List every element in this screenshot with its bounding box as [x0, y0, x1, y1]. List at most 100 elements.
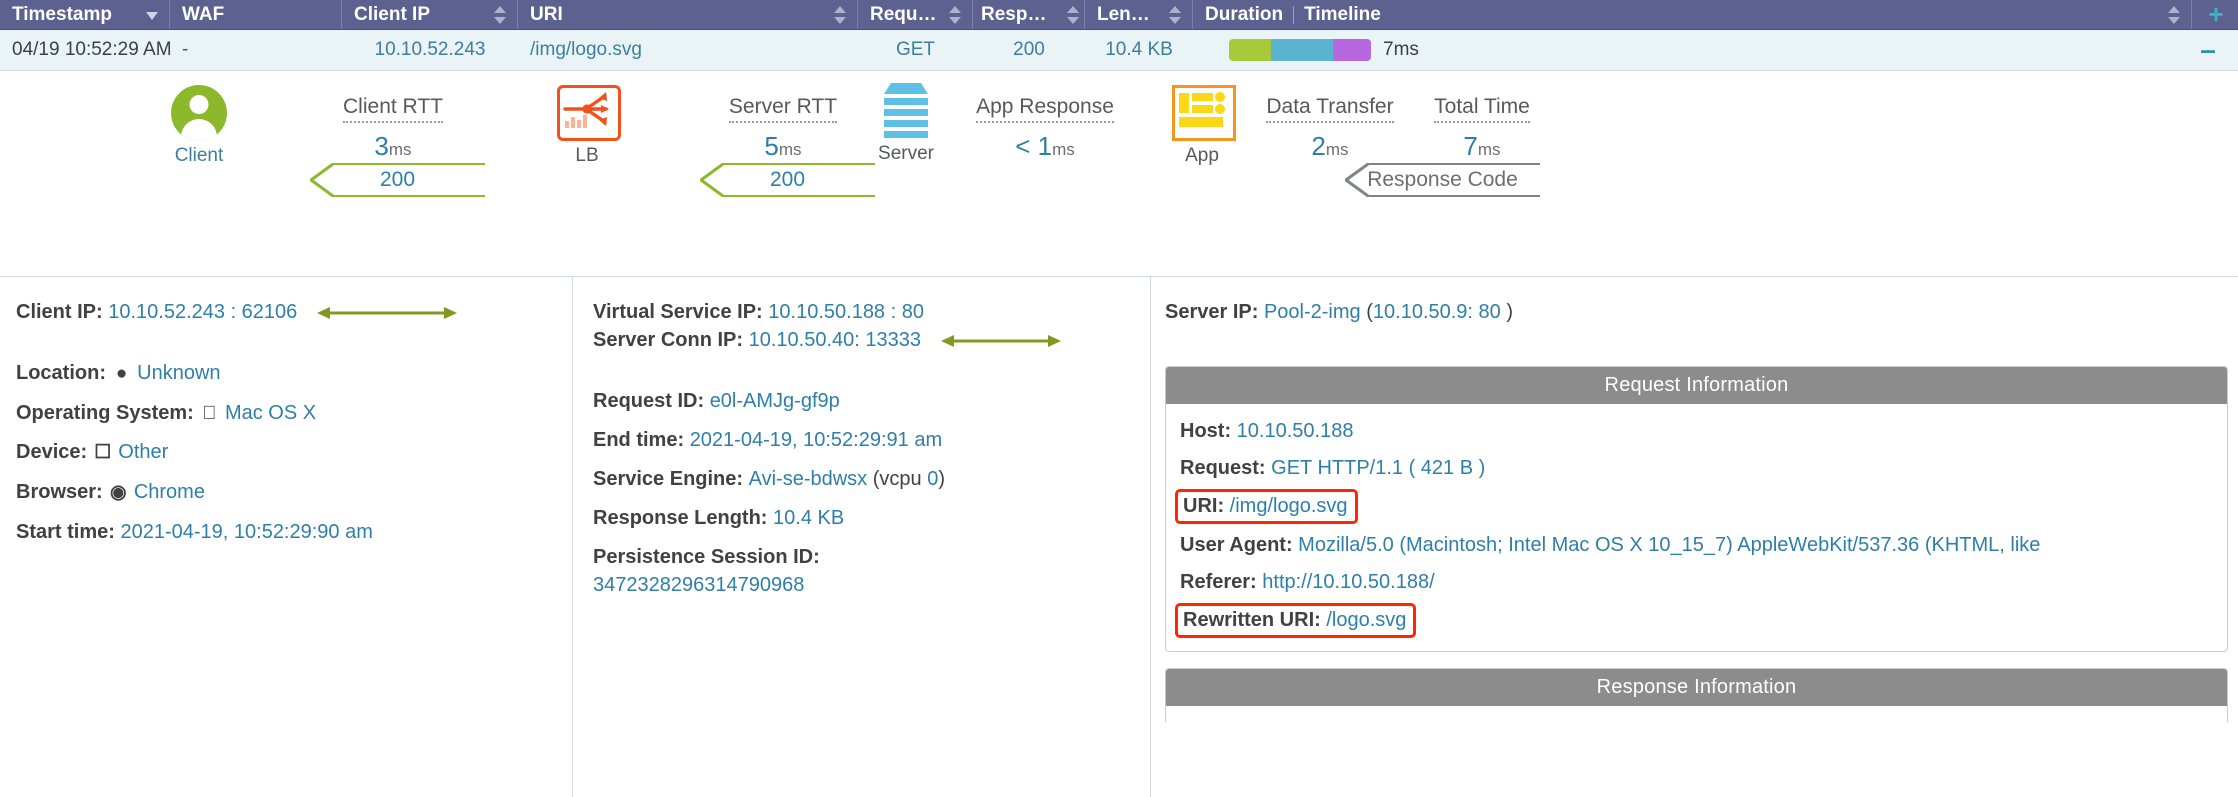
column-header-response[interactable]: Response — [973, 0, 1085, 29]
timeline-duration-label: 7ms — [1383, 39, 1419, 60]
browser-value[interactable]: Chrome — [134, 481, 205, 503]
device-value[interactable]: Other — [118, 441, 168, 463]
server-conn-ip-value[interactable]: 10.10.50.40: 13333 — [749, 329, 921, 351]
client-ip-row: Client IP: 10.10.52.243 : 62106 — [16, 299, 556, 325]
device-label: Device: — [16, 440, 88, 463]
end-time-row: End time: 2021-04-19, 10:52:29:91 am — [593, 427, 1134, 453]
paren-close: ) — [1500, 301, 1513, 323]
sort-toggle-icon[interactable] — [493, 5, 507, 25]
column-header-response-label: Response — [981, 3, 1058, 25]
service-engine-vcpu-suffix: ) — [938, 468, 946, 490]
sort-desc-icon[interactable] — [145, 5, 159, 25]
virtual-service-ip-value[interactable]: 10.10.50.188 : 80 — [768, 301, 924, 323]
sort-toggle-icon[interactable] — [948, 5, 962, 25]
referer-label: Referer: — [1180, 571, 1257, 593]
request-detail-panel: Server IP: Pool-2-img (10.10.50.9: 80 ) … — [1151, 277, 2238, 797]
chevron-left-icon — [1345, 163, 1369, 197]
server-ip-address-value: 10.10.50.9: 80 — [1372, 301, 1501, 323]
request-line-label: Request: — [1180, 457, 1266, 479]
rewritten-uri-row: Rewritten URI: /logo.svg — [1175, 603, 2213, 638]
rewritten-uri-value[interactable]: /logo.svg — [1326, 609, 1406, 631]
column-header-request[interactable]: Request — [858, 0, 973, 29]
response-length-value: 10.4 KB — [773, 507, 845, 529]
browser-row: Browser: ◉ Chrome — [16, 479, 556, 506]
host-label: Host: — [1180, 420, 1232, 442]
request-id-value[interactable]: e0l-AMJg-gf9p — [710, 390, 840, 412]
rewritten-uri-label: Rewritten URI: — [1183, 609, 1321, 631]
host-row: Host: 10.10.50.188 — [1180, 418, 2213, 444]
service-engine-value[interactable]: Avi-se-bdwsx — [749, 468, 868, 490]
client-ip-label: Client IP: — [16, 301, 103, 323]
column-header-duration-label: Duration — [1205, 3, 1284, 25]
device-row: Device: ☐ Other — [16, 439, 556, 466]
app-icon — [1172, 85, 1236, 141]
metric-data-transfer-label: Data Transfer — [1266, 95, 1394, 123]
metric-server-rtt-label: Server RTT — [728, 95, 838, 123]
user-agent-value: Mozilla/5.0 (Macintosh; Intel Mac OS X 1… — [1298, 534, 2041, 556]
sort-toggle-icon[interactable] — [1168, 5, 1182, 25]
location-pin-icon: ● — [115, 363, 128, 384]
response-information-panel: Response Information — [1165, 668, 2228, 722]
service-engine-vcpu-value: 0 — [927, 468, 939, 490]
start-time-label: Start time: — [16, 520, 115, 543]
log-table-row[interactable]: 04/19 10:52:29 AM - 10.10.52.243 /img/lo… — [0, 30, 2238, 71]
column-header-duration[interactable]: Duration — [1193, 0, 1283, 29]
flow-node-app-label: App — [1185, 145, 1219, 166]
server-ip-pool-value[interactable]: Pool-2-img — [1264, 301, 1361, 323]
column-header-client-ip[interactable]: Client IP — [342, 0, 518, 29]
persistence-session-id-value: 3472328296314790968 — [593, 574, 805, 596]
column-header-uri-label: URI — [530, 3, 563, 25]
sort-toggle-icon[interactable] — [833, 5, 847, 25]
sort-toggle-icon[interactable] — [2167, 5, 2181, 25]
rewritten-uri-highlight-box: Rewritten URI: /logo.svg — [1175, 603, 1417, 638]
transaction-flow-diagram: Client Client RTT 3ms LB Server RTT 5ms … — [0, 71, 2238, 277]
column-header-waf[interactable]: WAF — [170, 0, 342, 29]
log-detail-view: Timestamp WAF Client IP URI Request Resp… — [0, 0, 2238, 797]
end-time-value: 2021-04-19, 10:52:29:91 am — [689, 429, 943, 451]
uri-value[interactable]: /img/logo.svg — [1230, 495, 1348, 517]
column-header-waf-label: WAF — [182, 3, 225, 25]
device-icon: ☐ — [94, 441, 112, 463]
request-line-row: Request: GET HTTP/1.1 ( 421 B ) — [1180, 455, 2213, 481]
metric-total-time-value: 7ms — [1463, 131, 1501, 161]
browser-label: Browser: — [16, 480, 103, 503]
response-information-body — [1166, 706, 2227, 722]
server-ip-row: Server IP: Pool-2-img (10.10.50.9: 80 ) — [1165, 299, 2228, 325]
add-column-button[interactable]: + — [2192, 0, 2238, 29]
column-header-request-label: Request — [870, 3, 940, 25]
timeline-segment-client — [1229, 39, 1271, 61]
operating-system-label: Operating System: — [16, 401, 194, 424]
request-information-panel: Request Information Host: 10.10.50.188 R… — [1165, 366, 2228, 652]
collapse-row-button[interactable]: – — [2178, 30, 2238, 70]
host-value[interactable]: 10.10.50.188 — [1237, 420, 1354, 442]
cell-request-method: GET — [895, 39, 936, 60]
referer-value[interactable]: http://10.10.50.188/ — [1262, 571, 1434, 593]
uri-highlight-box: URI: /img/logo.svg — [1175, 489, 1358, 524]
virtual-service-ip-label: Virtual Service IP: — [593, 301, 763, 323]
cell-length: 10.4 KB — [1105, 39, 1173, 60]
column-header-length[interactable]: Length — [1085, 0, 1193, 29]
banner-response-code-label: Response Code — [1345, 163, 1540, 197]
metric-server-rtt-value: 5ms — [764, 131, 802, 161]
column-header-timeline[interactable]: Timeline — [1304, 0, 2191, 29]
request-information-header: Request Information — [1166, 367, 2227, 404]
cell-uri[interactable]: /img/logo.svg — [518, 30, 858, 70]
column-header-uri[interactable]: URI — [518, 0, 858, 29]
operating-system-value[interactable]: Mac OS X — [225, 402, 316, 424]
client-ip-value[interactable]: 10.10.52.243 : 62106 — [108, 301, 297, 323]
cell-timeline: 7ms — [1193, 30, 2178, 70]
persistence-session-id-label-row: Persistence Session ID: — [593, 544, 1134, 570]
flow-node-client: Client — [169, 85, 229, 167]
header-divider — [1293, 5, 1295, 24]
column-header-length-label: Length — [1097, 3, 1160, 25]
minus-icon: – — [2200, 34, 2216, 65]
chevron-left-icon — [700, 163, 724, 197]
cell-client-ip[interactable]: 10.10.52.243 — [342, 30, 518, 70]
column-header-timestamp[interactable]: Timestamp — [0, 0, 170, 29]
location-value[interactable]: Unknown — [137, 362, 220, 384]
response-information-header: Response Information — [1166, 669, 2227, 706]
response-length-row: Response Length: 10.4 KB — [593, 505, 1134, 531]
sort-toggle-icon[interactable] — [1066, 5, 1080, 25]
server-conn-ip-row: Server Conn IP: 10.10.50.40: 13333 — [593, 327, 1134, 353]
